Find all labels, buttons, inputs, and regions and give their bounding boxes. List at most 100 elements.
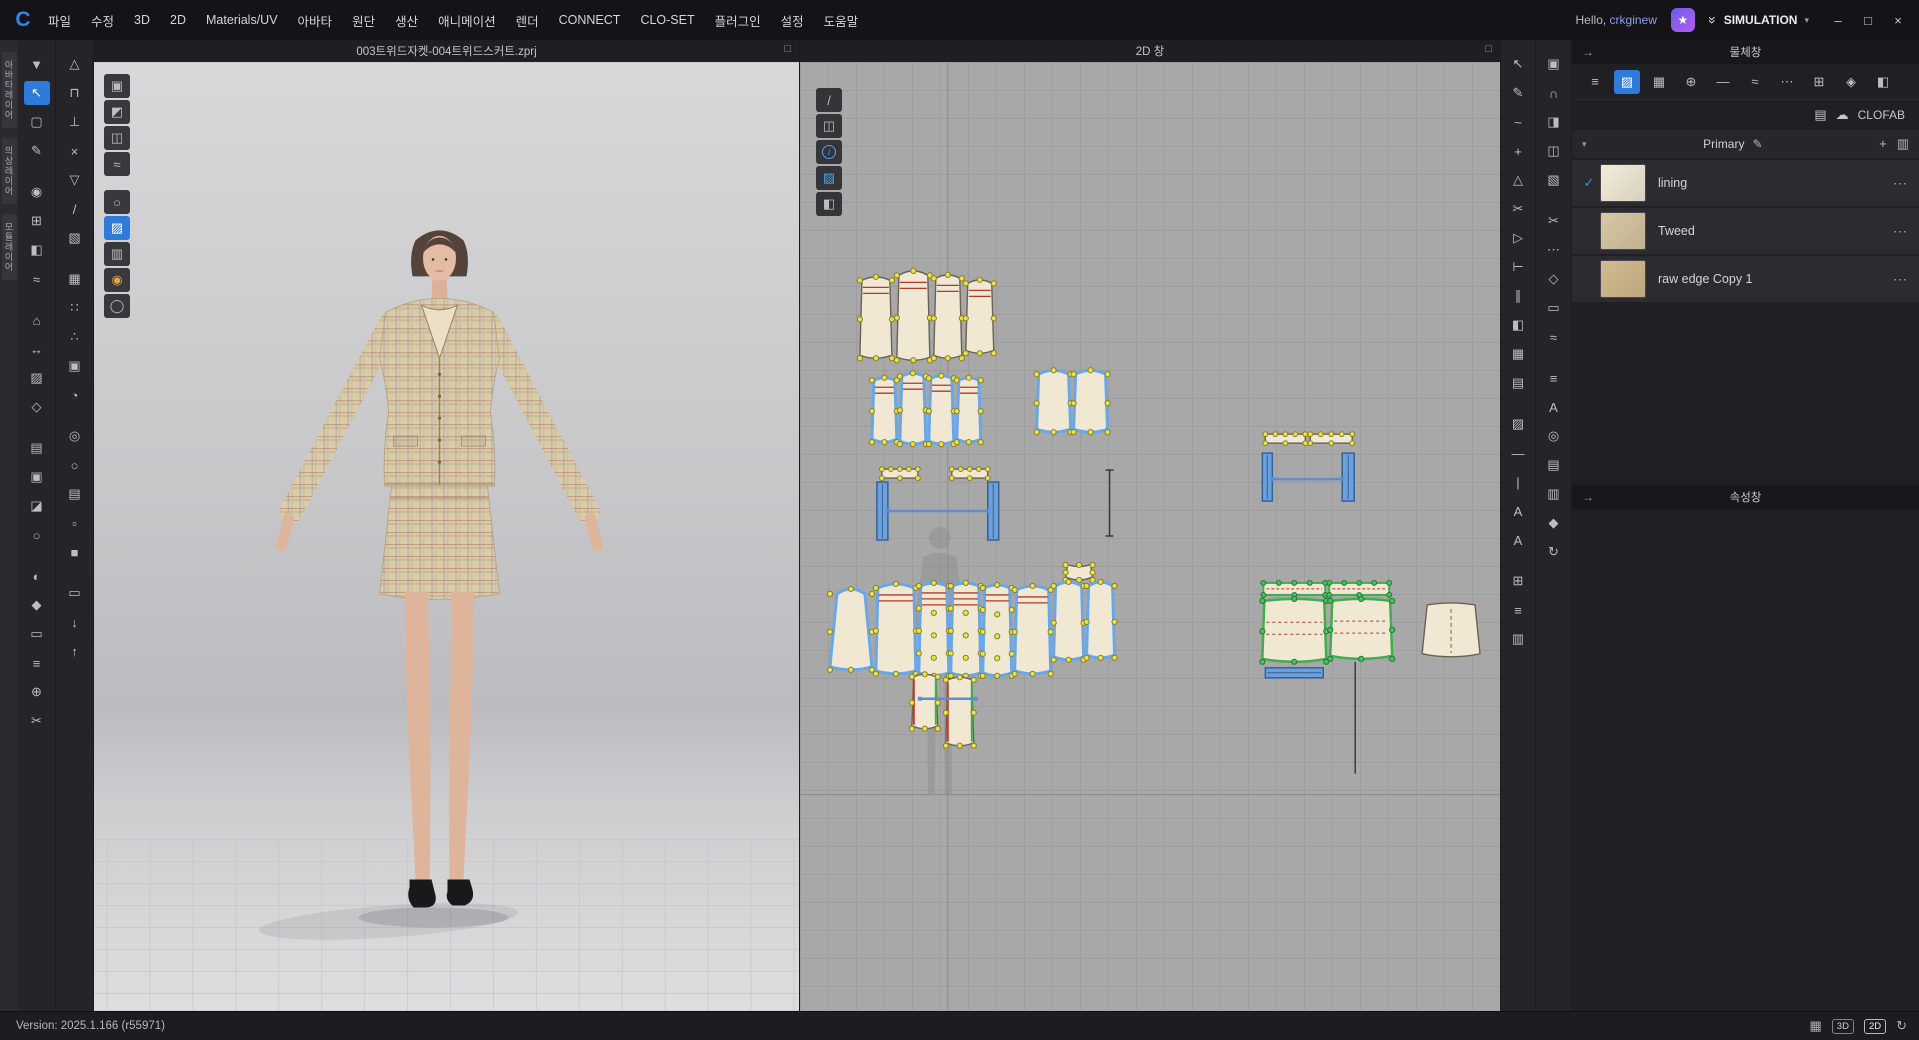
rename-section-icon[interactable]: ✎ <box>1752 137 1762 151</box>
new-folder-button[interactable]: ▥ <box>1897 136 1909 152</box>
tool-add-point[interactable]: + <box>1505 139 1531 163</box>
tool-shirt-panel[interactable]: ◫ <box>1541 139 1567 163</box>
library-icon[interactable]: ▤ <box>1814 107 1826 123</box>
menu-2d[interactable]: 2D <box>160 0 196 40</box>
tool-roll-tool[interactable]: ◎ <box>1541 424 1567 448</box>
tool-show-jacket[interactable]: ◩ <box>104 100 130 124</box>
tool-select-box[interactable]: ▢ <box>24 110 50 134</box>
property-window-dock-arrow-icon[interactable]: → <box>1582 490 1594 504</box>
refresh-icon[interactable]: ↻ <box>1896 1018 1907 1034</box>
menu-clo-set[interactable]: CLO-SET <box>630 0 704 40</box>
menu-settings[interactable]: 설정 <box>771 0 814 40</box>
view-3d-button[interactable]: 3D <box>1832 1019 1854 1034</box>
tool-transform-pattern[interactable]: ↖ <box>1505 52 1531 76</box>
tool-show-tshirt[interactable]: ◫ <box>104 126 130 150</box>
fabric-row[interactable]: raw edge Copy 1⋯ <box>1572 256 1919 302</box>
3d-window-titlebar[interactable]: 003트위드자켓-004트위드스커트.zprj □ <box>94 40 799 62</box>
maximize-button[interactable]: □ <box>1853 6 1883 34</box>
3d-window-float-icon[interactable]: □ <box>784 43 791 55</box>
tool-band-tool[interactable]: ▭ <box>1541 296 1567 320</box>
tool-annotation[interactable]: A <box>1505 499 1531 523</box>
tool-cut-sew[interactable]: ✂ <box>1505 197 1531 221</box>
clofab-label[interactable]: CLOFAB <box>1858 108 1905 122</box>
tool-edit-curvature[interactable]: ~ <box>1505 110 1531 134</box>
fabric-more-button[interactable]: ⋯ <box>1889 175 1911 192</box>
tool-diamond-tool[interactable]: ◇ <box>1541 267 1567 291</box>
tool-stripe-tool[interactable]: ≡ <box>1505 598 1531 622</box>
simulation-control[interactable]: » SIMULATION ▾ <box>1709 12 1809 28</box>
tool-internal-line[interactable]: — <box>1505 441 1531 465</box>
tool-uv-grid[interactable]: ▦ <box>62 267 88 291</box>
tool-show-environment[interactable]: ◯ <box>104 294 130 318</box>
tool-show-fabric-2d[interactable]: ▨ <box>816 166 842 190</box>
2d-window-titlebar[interactable]: 2D 창 □ <box>800 40 1500 62</box>
clo-logo[interactable]: C <box>8 7 38 33</box>
menu-render[interactable]: 렌더 <box>506 0 549 40</box>
tool-simulate[interactable]: ▼ <box>24 52 50 76</box>
tool-cut-stylus[interactable]: ✂ <box>24 709 50 733</box>
menu-edit[interactable]: 수정 <box>81 0 124 40</box>
tool-ruler-2d[interactable]: ≡ <box>1541 366 1567 390</box>
tool-sewing-tool[interactable]: ⊞ <box>24 209 50 233</box>
2d-viewport[interactable]: /◫i▨◧ <box>800 62 1500 1011</box>
tool-fold-sewing[interactable]: ◧ <box>24 238 50 262</box>
username[interactable]: crkginew <box>1610 13 1657 27</box>
tool-dotted-line[interactable]: ⋯ <box>1541 238 1567 262</box>
menu-plugin[interactable]: 플러그인 <box>705 0 771 40</box>
tool-fold-arrange[interactable]: ◪ <box>24 494 50 518</box>
menu-materials-uv[interactable]: Materials/UV <box>196 0 288 40</box>
fabric-row[interactable]: Tweed⋯ <box>1572 208 1919 254</box>
tool-avatar-texture[interactable]: ◉ <box>104 268 130 292</box>
fabric-more-button[interactable]: ⋯ <box>1889 223 1911 240</box>
tool-bind[interactable]: ▣ <box>24 465 50 489</box>
tool-fabric-panel[interactable]: ▧ <box>1541 168 1567 192</box>
tool-dots-tool[interactable]: ∷ <box>62 296 88 320</box>
fabric-swatch[interactable] <box>1600 212 1646 250</box>
fabric-more-button[interactable]: ⋯ <box>1889 271 1911 288</box>
tool-steam-2d[interactable]: ◨ <box>1541 110 1567 134</box>
tool-pen-3d[interactable]: ✎ <box>24 139 50 163</box>
tool-arrangement[interactable]: ∩ <box>1541 81 1567 105</box>
tool-show-avatar[interactable]: ○ <box>104 190 130 214</box>
tool-move-measure[interactable]: ↔ <box>24 337 50 361</box>
tool-annotation-2d[interactable]: A <box>1541 395 1567 419</box>
tool-fit-mannequin[interactable]: ◐ <box>24 564 50 588</box>
tool-dropper[interactable]: ↓ <box>62 610 88 634</box>
tool-arm-tool[interactable]: ⊓ <box>62 81 88 105</box>
ui-layout-icon[interactable]: ▦ <box>1809 1018 1821 1034</box>
tool-measure-avatar[interactable]: ≡ <box>24 651 50 675</box>
tab-fabric-tab[interactable]: ▨ <box>1614 70 1640 94</box>
view-2d-button[interactable]: 2D <box>1864 1019 1886 1034</box>
section-collapse-icon[interactable]: ▾ <box>1582 139 1587 150</box>
fabric-check-icon[interactable]: ✓ <box>1578 175 1600 191</box>
tab-sphere-tab[interactable]: ⊕ <box>1678 70 1704 94</box>
tool-panel-tool[interactable]: ▭ <box>62 581 88 605</box>
tab-stitch-tab[interactable]: ≈ <box>1742 70 1768 94</box>
dock-tab-avatar-layer[interactable]: 아바타레이어 <box>2 52 17 128</box>
tool-pin-box[interactable]: ⊕ <box>24 680 50 704</box>
tool-gloves[interactable]: ○ <box>24 523 50 547</box>
tool-show-2d-line[interactable]: / <box>816 88 842 112</box>
tool-show-info[interactable]: i <box>816 140 842 164</box>
menu-fabric[interactable]: 원단 <box>342 0 385 40</box>
tool-guide-line[interactable]: | <box>1505 470 1531 494</box>
tool-spray[interactable]: ∴ <box>62 325 88 349</box>
tool-pleats-2d[interactable]: ▥ <box>1541 482 1567 506</box>
tool-needle[interactable]: / <box>62 197 88 221</box>
tool-tape-3d[interactable]: ▭ <box>24 622 50 646</box>
dock-tab-garment-layer[interactable]: 의상레이어 <box>2 138 17 204</box>
tool-show-pattern-outline[interactable]: ◫ <box>816 114 842 138</box>
user-greeting[interactable]: Hello, crkginew <box>1576 13 1657 27</box>
tool-pin-tool[interactable]: ◉ <box>24 180 50 204</box>
tool-layout-grid[interactable]: ▦ <box>1505 342 1531 366</box>
tool-weight[interactable]: ◆ <box>24 593 50 617</box>
tool-notch[interactable]: ⊢ <box>1505 255 1531 279</box>
3d-viewport[interactable]: ▣◩◫≈○▨▥◉◯ <box>94 62 799 1011</box>
fabric-swatch[interactable] <box>1600 260 1646 298</box>
tool-zigzag-2d[interactable]: ≈ <box>1541 325 1567 349</box>
tool-lift-tool[interactable]: ↑ <box>62 639 88 663</box>
tool-texture-editor[interactable]: ▨ <box>1505 412 1531 436</box>
tool-mesh-surface[interactable]: ▥ <box>104 242 130 266</box>
tool-layer-2d[interactable]: ▤ <box>1541 453 1567 477</box>
tab-texture-tab[interactable]: ▦ <box>1646 70 1672 94</box>
